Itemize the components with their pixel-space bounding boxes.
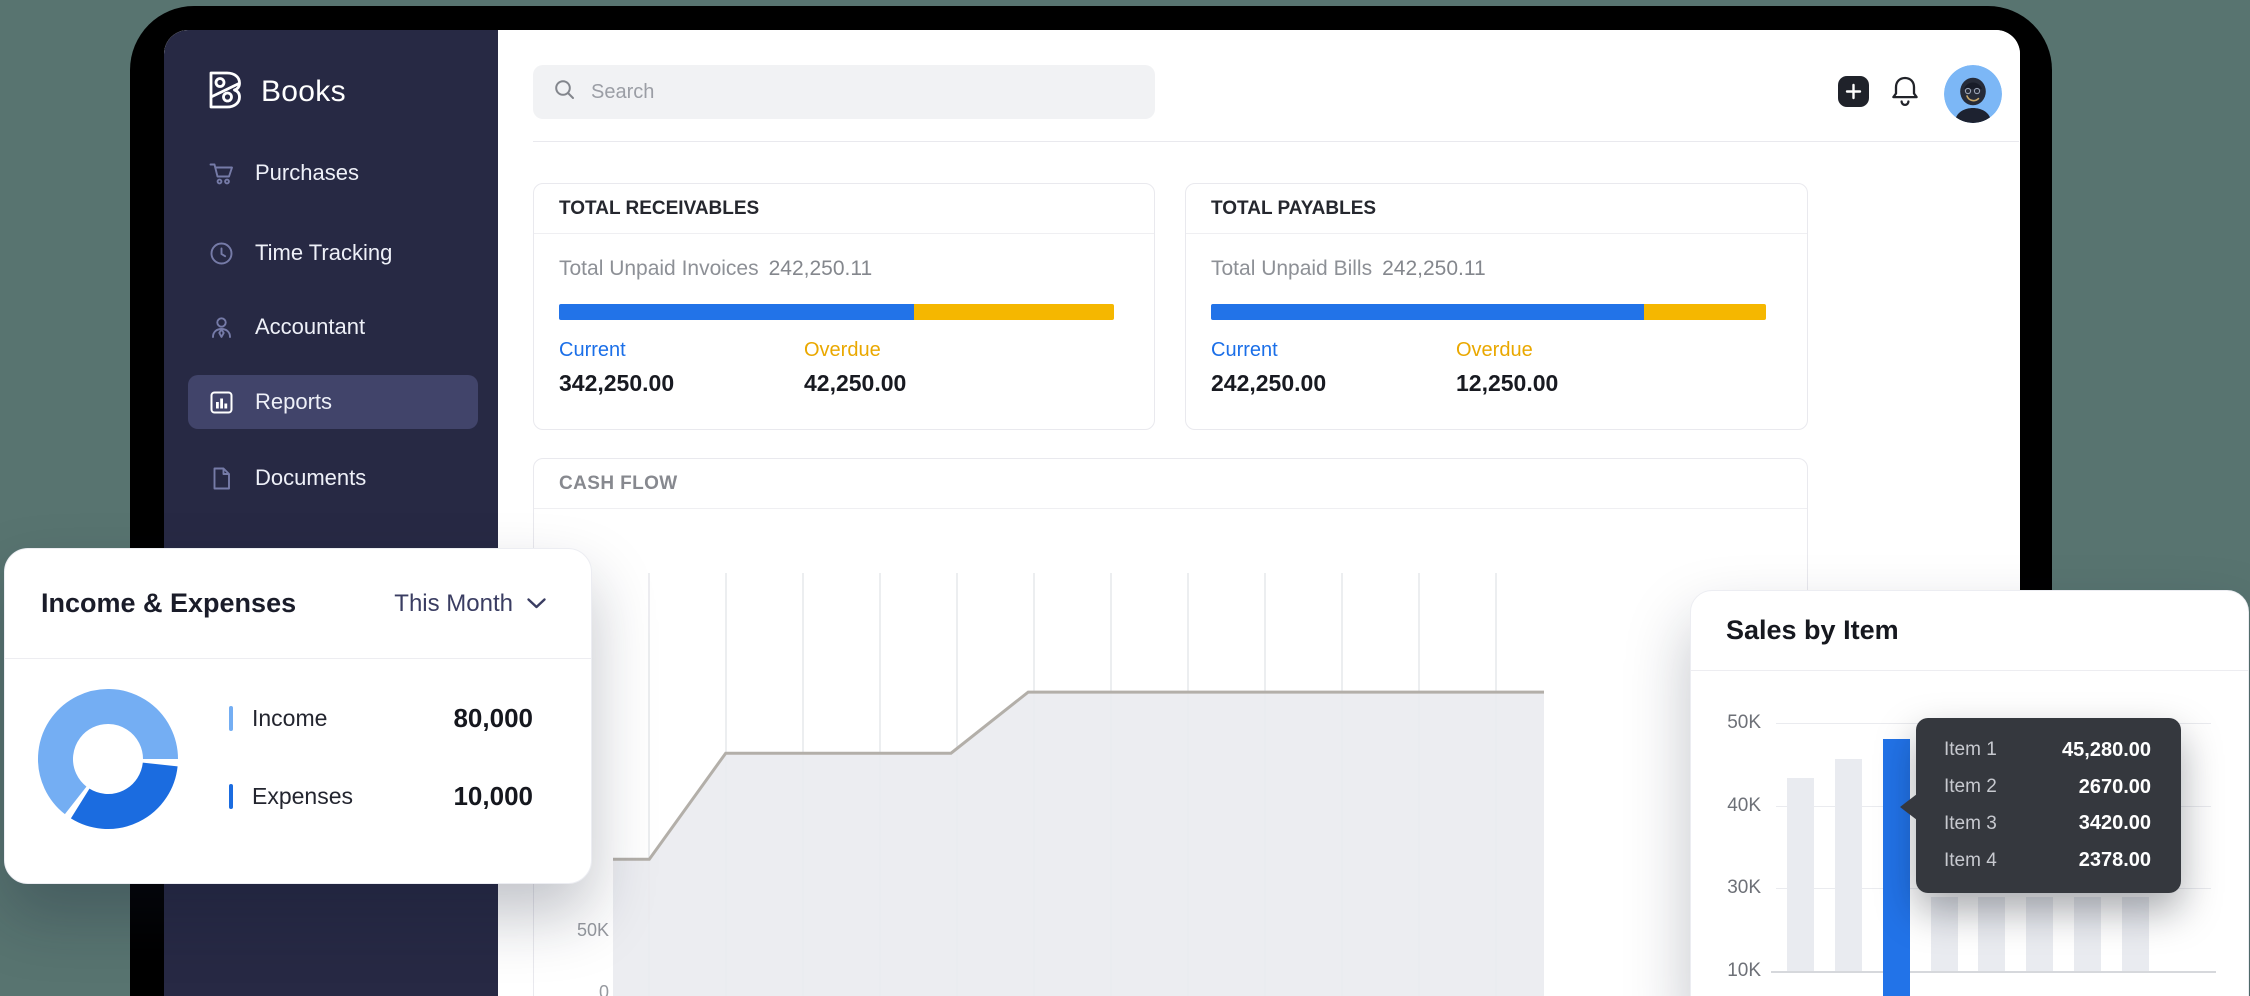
progress-overdue-segment: [1644, 304, 1766, 320]
overdue-value: 12,250.00: [1456, 370, 1701, 397]
reports-icon: [208, 389, 235, 416]
income-expenses-donut-chart[interactable]: [34, 685, 182, 833]
marketing-canvas: Books Purchases: [0, 0, 2250, 996]
avatar[interactable]: [1944, 65, 2002, 123]
books-logo-icon: [200, 66, 246, 117]
sidebar-item-reports[interactable]: Reports: [188, 375, 478, 429]
cash-flow-card: CASH FLOW 50K 0: [533, 458, 1808, 996]
plus-icon: [1845, 83, 1862, 100]
current-value: 342,250.00: [559, 370, 804, 397]
card-title: Sales by Item: [1691, 591, 2248, 671]
cash-flow-area-chart: [613, 573, 1544, 996]
clock-icon: [208, 240, 235, 267]
brand-name: Books: [261, 75, 346, 109]
card-title: Income & Expenses: [41, 588, 296, 619]
tooltip-row: Item 3 3420.00: [1916, 812, 2181, 835]
unpaid-summary: Total Unpaid Bills242,250.11: [1211, 257, 1782, 281]
legend-row-expenses: Expenses 10,000: [229, 783, 533, 809]
bar[interactable]: [1835, 759, 1862, 971]
legend-value: 10,000: [453, 781, 533, 812]
sidebar-item-label: Purchases: [255, 160, 359, 186]
overdue-value: 42,250.00: [804, 370, 1049, 397]
sidebar-item-label: Accountant: [255, 314, 365, 340]
document-icon: [208, 465, 235, 492]
sidebar-item-label: Time Tracking: [255, 240, 392, 266]
bar-highlighted[interactable]: [1883, 739, 1910, 996]
total-payables-card: TOTAL PAYABLES Total Unpaid Bills242,250…: [1185, 183, 1808, 430]
chart-tooltip: Item 1 45,280.00 Item 2 2670.00 Item 3 3…: [1916, 718, 2181, 893]
card-title: TOTAL PAYABLES: [1186, 184, 1807, 234]
receivables-progress-bar: [559, 304, 1114, 320]
tooltip-row: Item 4 2378.00: [1916, 849, 2181, 872]
current-value: 242,250.00: [1211, 370, 1456, 397]
legend-value: 80,000: [453, 703, 533, 734]
sidebar-item-label: Documents: [255, 465, 366, 491]
y-axis-tick: 10K: [1709, 960, 1761, 982]
progress-current-segment: [1211, 304, 1644, 320]
divider: [533, 141, 2019, 142]
search-input[interactable]: Search: [533, 65, 1155, 119]
bar[interactable]: [1787, 778, 1814, 971]
y-axis-tick: 0: [534, 982, 609, 996]
search-placeholder: Search: [591, 81, 654, 104]
y-axis-tick: 40K: [1709, 795, 1761, 817]
sidebar-item-accountant[interactable]: Accountant: [188, 300, 478, 354]
tooltip-row: Item 1 45,280.00: [1916, 739, 2181, 762]
card-title: CASH FLOW: [534, 459, 1807, 509]
sidebar-item-purchases[interactable]: Purchases: [188, 146, 478, 200]
bar[interactable]: [2074, 897, 2101, 971]
tooltip-row: Item 2 2670.00: [1916, 776, 2181, 799]
sales-by-item-card: Sales by Item 50K 40K 30K 10K Item 1 45,…: [1690, 590, 2249, 996]
bar[interactable]: [1931, 897, 1958, 971]
overdue-label: Overdue: [1456, 339, 1701, 362]
expenses-legend-tick: [229, 784, 233, 809]
cart-icon: [208, 160, 235, 187]
progress-overdue-segment: [914, 304, 1114, 320]
bar[interactable]: [2122, 897, 2149, 971]
period-dropdown[interactable]: This Month: [394, 590, 547, 618]
unpaid-summary: Total Unpaid Invoices242,250.11: [559, 257, 1129, 281]
current-label: Current: [559, 339, 804, 362]
search-icon: [553, 78, 577, 107]
income-expenses-card: Income & Expenses This Month Income 80,0…: [4, 548, 592, 884]
tooltip-arrow: [1900, 794, 1917, 820]
books-logo[interactable]: Books: [200, 66, 346, 117]
bar[interactable]: [2026, 897, 2053, 971]
overdue-label: Overdue: [804, 339, 1049, 362]
y-axis-tick: 30K: [1709, 877, 1761, 899]
x-axis-baseline: [1771, 971, 2216, 973]
bar[interactable]: [1978, 897, 2005, 971]
y-axis-tick: 50K: [534, 920, 609, 941]
current-label: Current: [1211, 339, 1456, 362]
payables-progress-bar: [1211, 304, 1766, 320]
chevron-down-icon: [526, 597, 547, 610]
progress-current-segment: [559, 304, 914, 320]
card-title: TOTAL RECEIVABLES: [534, 184, 1154, 234]
add-button[interactable]: [1838, 76, 1869, 107]
legend-label: Income: [252, 705, 453, 732]
accountant-icon: [208, 314, 235, 341]
total-receivables-card: TOTAL RECEIVABLES Total Unpaid Invoices2…: [533, 183, 1155, 430]
sidebar-item-documents[interactable]: Documents: [188, 451, 478, 505]
sidebar-item-label: Reports: [255, 389, 332, 415]
legend-row-income: Income 80,000: [229, 705, 533, 731]
notifications-bell-icon[interactable]: [1888, 73, 1922, 109]
income-legend-tick: [229, 706, 233, 731]
y-axis-tick: 50K: [1709, 712, 1761, 734]
sidebar-item-time-tracking[interactable]: Time Tracking: [188, 226, 478, 280]
legend-label: Expenses: [252, 783, 453, 810]
